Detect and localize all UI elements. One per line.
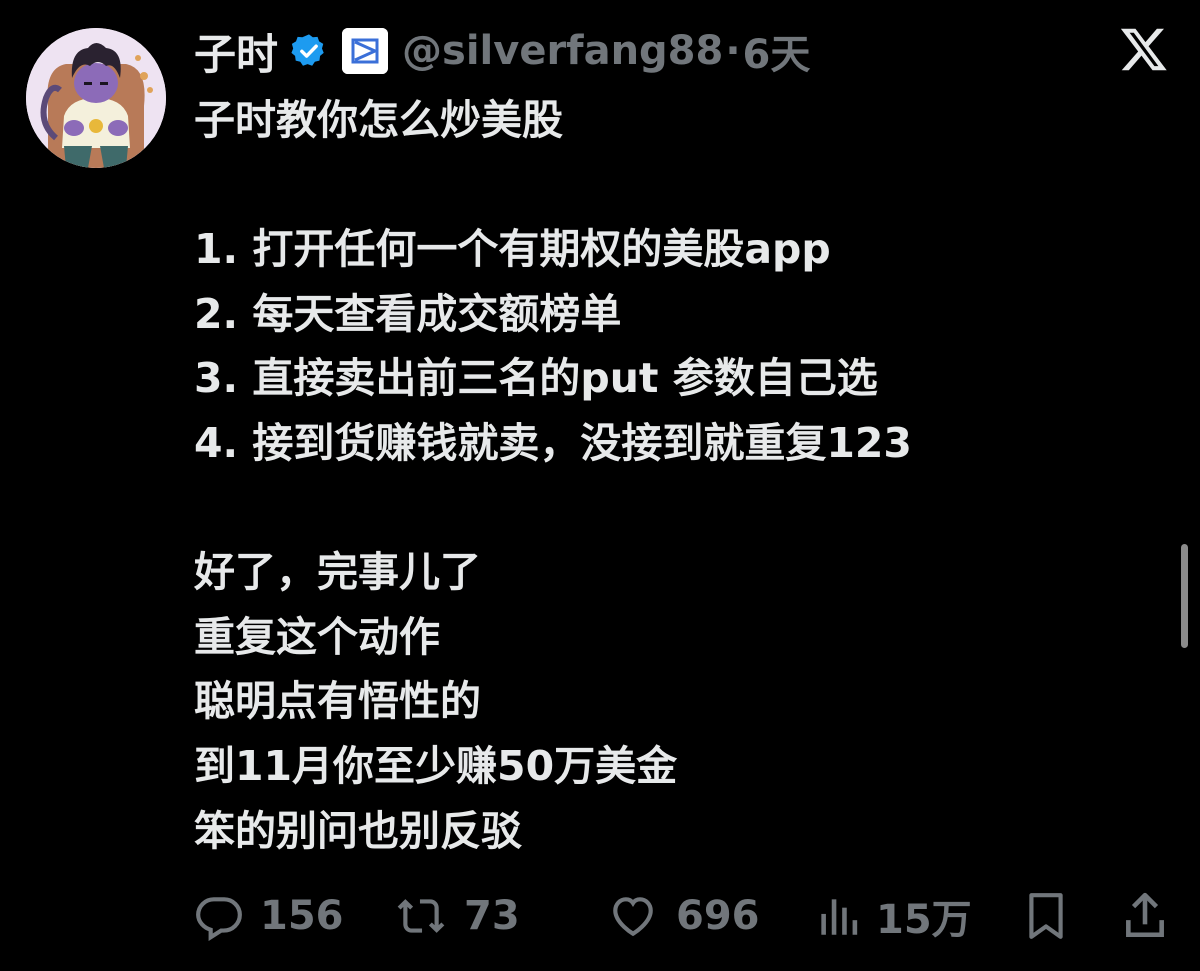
verified-badge-icon	[290, 32, 328, 70]
repost-icon	[394, 891, 448, 941]
x-logo-icon[interactable]	[1118, 24, 1170, 74]
separator-dot: ·	[725, 28, 741, 74]
bookmark-icon	[1026, 891, 1066, 941]
display-name[interactable]: 子时	[194, 21, 278, 82]
reply-button[interactable]: 156	[194, 882, 344, 950]
timestamp[interactable]: 6天	[743, 22, 811, 80]
affiliate-badge-icon[interactable]	[342, 28, 389, 74]
post-line: 4. 接到货赚钱就卖，没接到就重复123	[194, 418, 912, 467]
post-header: 子时 @silverfang88 · 6天	[194, 22, 810, 80]
share-button[interactable]	[1124, 882, 1166, 950]
scrollbar[interactable]	[1181, 544, 1188, 648]
tweet: 子时 @silverfang88 · 6天 子时教你怎么炒美股 1. 打开任何一…	[0, 0, 1200, 971]
post-line: 笨的别问也别反驳	[194, 806, 522, 855]
post-line: 2. 每天查看成交额榜单	[194, 289, 622, 338]
like-button[interactable]: 696	[606, 882, 760, 950]
handle[interactable]: @silverfang88	[402, 28, 723, 74]
reply-icon	[194, 891, 244, 941]
views-count: 15万	[876, 897, 972, 943]
post-line: 3. 直接卖出前三名的put 参数自己选	[194, 354, 878, 403]
like-count: 696	[676, 893, 760, 939]
reply-count: 156	[260, 893, 344, 939]
avatar[interactable]	[26, 28, 166, 168]
action-bar: 156 73 696 15万	[0, 882, 1200, 950]
repost-button[interactable]: 73	[394, 882, 520, 950]
bookmark-button[interactable]	[1026, 882, 1066, 950]
share-icon	[1124, 891, 1166, 941]
post-line: 重复这个动作	[194, 612, 440, 661]
heart-icon	[606, 891, 660, 941]
post-text: 子时教你怎么炒美股 1. 打开任何一个有期权的美股app 2. 每天查看成交额榜…	[194, 88, 1154, 863]
post-line: 子时教你怎么炒美股	[194, 96, 563, 144]
post-line: 1. 打开任何一个有期权的美股app	[194, 225, 831, 274]
views-chart-icon	[816, 891, 860, 941]
post-line: 到11月你至少赚50万美金	[194, 741, 678, 790]
post-line: 聪明点有悟性的	[194, 677, 481, 726]
repost-count: 73	[464, 893, 520, 939]
post-line: 好了，完事儿了	[194, 548, 481, 597]
views-button[interactable]: 15万	[816, 882, 972, 950]
